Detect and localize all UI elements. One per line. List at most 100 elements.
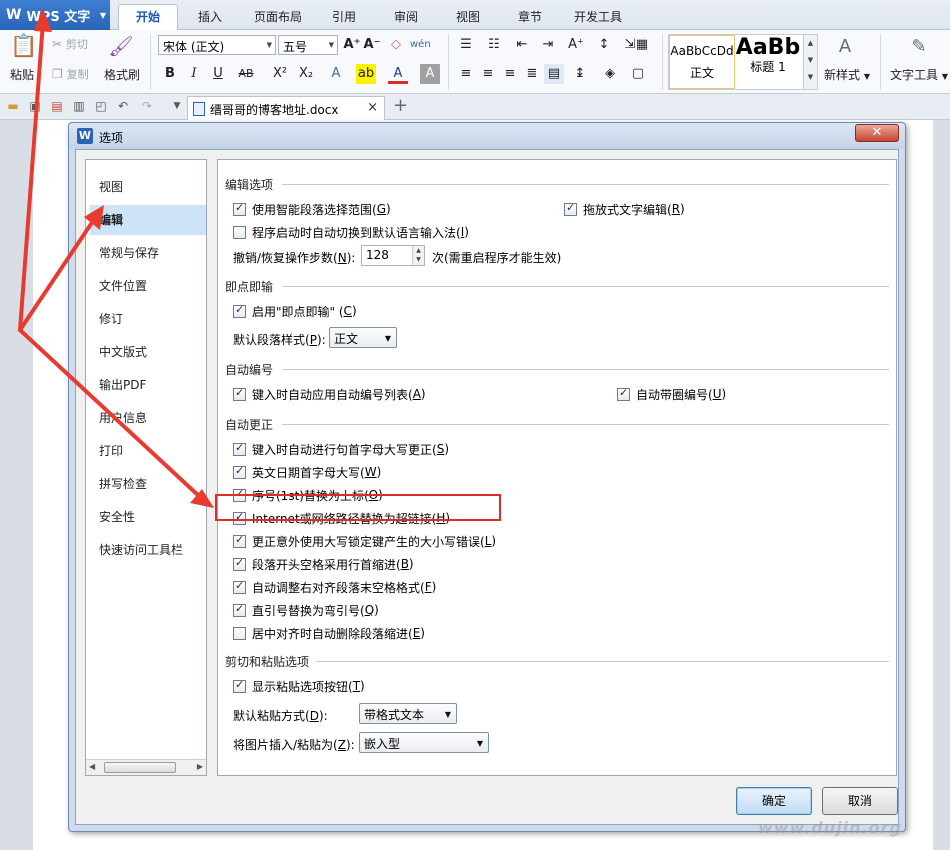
nav-item-security[interactable]: 安全性 [90,502,206,532]
save-icon[interactable]: ▣ [28,99,42,113]
image-paste-select[interactable]: 嵌入型 ▼ [359,732,489,753]
leading-space-indent-checkbox[interactable]: 段落开头空格采用行首缩进(B) [233,555,414,573]
nav-item-export-pdf[interactable]: 输出PDF [90,370,206,400]
auto-list-checkbox[interactable]: 键入时自动应用自动编号列表(A) [233,385,426,403]
checkbox-checked-icon[interactable] [233,464,246,479]
checkbox-checked-icon[interactable] [617,386,630,401]
numbering-icon[interactable]: ☷ [484,35,504,55]
italic-icon[interactable]: I [184,64,204,84]
print-preview-icon[interactable]: ◰ [94,99,108,113]
tab-insert[interactable]: 插入 [190,6,230,30]
right-align-spaces-checkbox[interactable]: 自动调整右对齐段落末空格格式(F) [233,578,436,596]
paste-button[interactable]: 粘贴 [10,66,34,83]
nav-item-user-info[interactable]: 用户信息 [90,403,206,433]
text-tools-button[interactable]: 文字工具 ▼ [890,66,948,83]
tab-view[interactable]: 视图 [450,6,486,30]
nav-item-quick-access-toolbar[interactable]: 快速访问工具栏 [90,535,206,565]
checkbox-checked-icon[interactable] [233,579,246,594]
click-and-type-checkbox[interactable]: 启用"即点即输" (C) [233,302,357,320]
close-tab-icon[interactable]: × [367,100,378,115]
font-size-select[interactable]: 五号 ▼ [278,35,338,55]
checkbox-unchecked-icon[interactable] [233,626,246,640]
capitalize-first-letter-checkbox[interactable]: 键入时自动进行句首字母大写更正(S) [233,440,449,458]
checkbox-checked-icon[interactable] [233,533,246,548]
nav-item-view[interactable]: 视图 [90,172,206,202]
customize-quick-access-icon[interactable]: ▼ [170,99,184,113]
distribute-icon[interactable]: ▤ [544,64,564,84]
tab-section[interactable]: 章节 [512,6,548,30]
open-folder-icon[interactable]: ▬ [6,99,20,113]
justify-icon[interactable]: ≣ [522,64,542,84]
nav-item-revisions[interactable]: 修订 [90,304,206,334]
undo-icon[interactable]: ↶ [116,99,130,113]
decrease-indent-icon[interactable]: ⇤ [512,35,532,55]
scroll-thumb[interactable] [104,762,176,773]
checkbox-checked-icon[interactable] [233,386,246,401]
spin-down-icon[interactable]: ▼ [413,255,424,264]
checkbox-unchecked-icon[interactable] [233,225,246,239]
caps-lock-correction-checkbox[interactable]: 更正意外使用大写锁定键产生的大小写错误(L) [233,532,496,550]
dialog-titlebar[interactable]: W 选项 ✕ [69,123,905,149]
clear-format-icon[interactable]: ◇ [386,35,406,55]
nav-item-general-save[interactable]: 常规与保存 [90,238,206,268]
align-right-icon[interactable]: ≡ [500,64,520,84]
copy-button[interactable]: ❐ 复制 [52,66,89,82]
new-style-icon[interactable]: A [832,36,858,58]
grow-font-icon[interactable]: A⁺ [342,35,362,55]
checkbox-checked-icon[interactable] [233,556,246,571]
app-menu-button[interactable]: W WPS 文字 ▼ [0,0,110,30]
align-center-icon[interactable]: ≡ [478,64,498,84]
cancel-button[interactable]: 取消 [822,787,898,815]
dialog-close-button[interactable]: ✕ [855,124,899,142]
document-tab[interactable]: 缙哥哥的博客地址.docx × [187,96,385,120]
text-tools-icon[interactable]: ✎ [906,36,932,58]
increase-indent-icon[interactable]: ⇥ [538,35,558,55]
nav-item-print[interactable]: 打印 [90,436,206,466]
borders-icon[interactable]: ▢ [628,64,648,84]
style-normal[interactable]: AaBbCcDd 正文 [669,35,735,89]
checkbox-checked-icon[interactable] [233,678,246,693]
print-icon[interactable]: ▥ [72,99,86,113]
line-spacing-icon[interactable]: ↨ [570,64,590,84]
tab-developer[interactable]: 开发工具 [570,6,626,30]
bullets-icon[interactable]: ☰ [456,35,476,55]
tab-page-layout[interactable]: 页面布局 [248,6,308,30]
center-remove-indent-checkbox[interactable]: 居中对齐时自动删除段落缩进(E) [233,624,425,642]
smart-select-checkbox[interactable]: 使用智能段落选择范围(G) [233,200,391,218]
new-tab-icon[interactable]: + [393,95,408,116]
default-paste-select[interactable]: 带格式文本 ▼ [359,703,457,724]
checkbox-checked-icon[interactable] [233,602,246,617]
capitalize-dates-checkbox[interactable]: 英文日期首字母大写(W) [233,463,381,481]
font-name-select[interactable]: 宋体 (正文) ▼ [158,35,276,55]
tab-home[interactable]: 开始 [118,4,178,31]
styles-scroll[interactable]: ▲ ▼ ▼ [803,35,817,89]
checkbox-checked-icon[interactable] [233,303,246,318]
tab-references[interactable]: 引用 [326,6,362,30]
format-painter-icon[interactable]: 🖌 [108,34,134,60]
auto-ime-checkbox[interactable]: 程序启动时自动切换到默认语言输入法(I) [233,223,469,241]
style-heading1[interactable]: AaBb 标题 1 [735,35,801,89]
export-pdf-icon[interactable]: ▤ [50,99,64,113]
checkbox-checked-icon[interactable] [233,441,246,456]
bold-icon[interactable]: B [160,64,180,84]
shrink-font-icon[interactable]: A⁻ [362,35,382,55]
smart-quotes-checkbox[interactable]: 直引号替换为弯引号(Q) [233,601,379,619]
paste-icon[interactable]: 📋 [10,34,38,62]
spin-up-icon[interactable]: ▲ [413,246,424,255]
superscript-icon[interactable]: X² [270,64,290,84]
sort-icon[interactable]: ↕ [594,35,614,55]
undo-steps-spinner[interactable]: 128 ▲ ▼ [361,245,425,266]
nav-horizontal-scrollbar[interactable]: ◀ ▶ [86,759,206,775]
nav-item-spell-check[interactable]: 拼写检查 [90,469,206,499]
auto-circle-number-checkbox[interactable]: 自动带圈编号(U) [617,385,726,403]
char-shading-icon[interactable]: A [420,64,440,84]
pinyin-icon[interactable]: wén [410,35,431,55]
show-paste-options-checkbox[interactable]: 显示粘贴选项按钮(T) [233,677,365,695]
scroll-right-icon[interactable]: ▶ [197,762,203,771]
ok-button[interactable]: 确定 [736,787,812,815]
table-icon[interactable]: ▦ [632,35,652,55]
underline-icon[interactable]: U [208,64,228,84]
cut-button[interactable]: ✂ 剪切 [52,36,88,52]
nav-item-file-locations[interactable]: 文件位置 [90,271,206,301]
align-left-icon[interactable]: ≡ [456,64,476,84]
